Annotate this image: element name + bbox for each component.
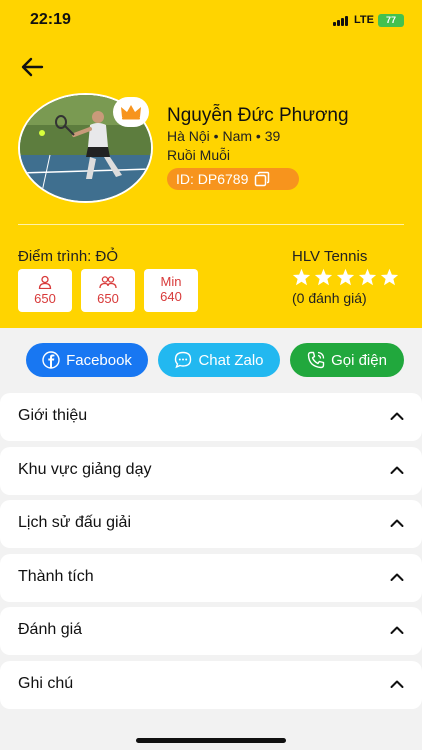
chevron-up-icon bbox=[390, 519, 404, 527]
premium-badge bbox=[113, 97, 149, 127]
profile-header: 22:19 LTE 77 Nguyễn Đức Phương Hà Nội • … bbox=[0, 0, 422, 328]
chevron-up-icon bbox=[390, 466, 404, 474]
section-intro[interactable]: Giới thiệu bbox=[0, 393, 422, 441]
battery-icon: 77 bbox=[378, 14, 404, 27]
user-info-line: Hà Nội • Nam • 39 bbox=[167, 128, 281, 144]
chevron-up-icon bbox=[390, 573, 404, 581]
call-button[interactable]: Gọi điện bbox=[290, 343, 404, 377]
chevron-up-icon bbox=[390, 680, 404, 688]
chevron-up-icon bbox=[390, 412, 404, 420]
call-label: Gọi điện bbox=[331, 351, 387, 369]
user-name: Nguyễn Đức Phương bbox=[167, 105, 349, 126]
stat-singles: 650 bbox=[18, 269, 72, 312]
star-icon bbox=[380, 268, 399, 286]
section-tournament-history[interactable]: Lịch sử đấu giải bbox=[0, 500, 422, 548]
star-icon bbox=[314, 268, 333, 286]
status-time: 22:19 bbox=[30, 11, 71, 28]
chat-icon bbox=[175, 351, 192, 369]
chat-zalo-button[interactable]: Chat Zalo bbox=[158, 343, 280, 377]
copy-id-button[interactable]: ID: DP6789 bbox=[167, 168, 299, 190]
stat-min: Min 640 bbox=[144, 269, 198, 312]
facebook-label: Facebook bbox=[66, 351, 132, 369]
header-divider bbox=[18, 224, 404, 225]
section-label: Thành tích bbox=[18, 568, 94, 585]
facebook-icon bbox=[42, 351, 60, 369]
arrow-left-icon bbox=[21, 57, 44, 77]
stat-min-label: Min bbox=[160, 273, 182, 289]
copy-icon bbox=[255, 171, 270, 187]
user-nickname: Ruồi Muỗi bbox=[167, 147, 231, 163]
user-id: ID: DP6789 bbox=[176, 171, 249, 187]
stat-doubles: 650 bbox=[81, 269, 135, 312]
phone-icon bbox=[307, 351, 325, 369]
chat-zalo-label: Chat Zalo bbox=[198, 351, 264, 369]
stat-doubles-value: 650 bbox=[97, 291, 119, 306]
section-notes[interactable]: Ghi chú bbox=[0, 661, 422, 709]
network-type: LTE bbox=[354, 14, 374, 26]
stat-min-value: 640 bbox=[160, 289, 182, 304]
star-icon bbox=[336, 268, 355, 286]
section-label: Đánh giá bbox=[18, 621, 83, 638]
star-icon bbox=[358, 268, 377, 286]
section-reviews[interactable]: Đánh giá bbox=[0, 607, 422, 655]
section-teaching-area[interactable]: Khu vực giảng dạy bbox=[0, 447, 422, 495]
section-label: Giới thiệu bbox=[18, 407, 88, 424]
crown-icon bbox=[121, 105, 141, 120]
section-achievements[interactable]: Thành tích bbox=[0, 554, 422, 602]
home-indicator bbox=[136, 738, 286, 743]
battery-level: 77 bbox=[385, 15, 396, 25]
coach-title: HLV Tennis bbox=[292, 248, 368, 265]
chevron-up-icon bbox=[390, 626, 404, 634]
section-label: Khu vực giảng dạy bbox=[18, 461, 152, 478]
stat-singles-value: 650 bbox=[34, 291, 56, 306]
signal-icon bbox=[333, 16, 349, 26]
section-label: Lịch sử đấu giải bbox=[18, 514, 131, 531]
status-bar: 22:19 LTE 77 bbox=[0, 0, 422, 42]
back-button[interactable] bbox=[18, 55, 46, 79]
group-icon bbox=[99, 276, 117, 289]
facebook-button[interactable]: Facebook bbox=[26, 343, 148, 377]
rating-stars bbox=[292, 268, 399, 286]
review-count: (0 đánh giá) bbox=[292, 290, 367, 306]
person-icon bbox=[38, 275, 52, 289]
star-icon bbox=[292, 268, 311, 286]
section-label: Ghi chú bbox=[18, 675, 74, 692]
level-label: Điểm trình: ĐỎ bbox=[18, 248, 119, 265]
